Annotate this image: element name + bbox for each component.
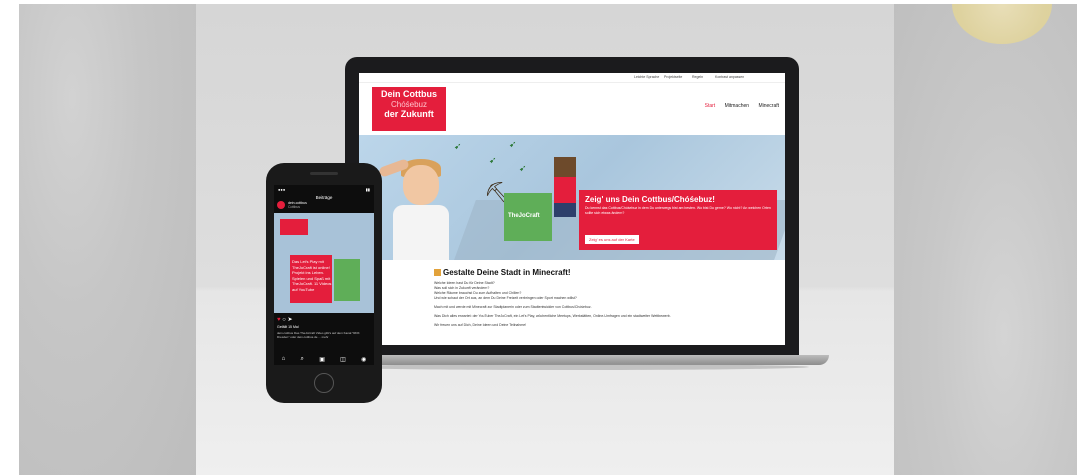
- reels-icon[interactable]: ▣: [319, 356, 325, 363]
- marble-background-left: [19, 4, 196, 475]
- post-logo: [280, 219, 308, 235]
- instagram-bottom-nav: ⌂ ⌕ ▣ ◫ ◉: [274, 353, 374, 365]
- topbar-link[interactable]: Regeln: [692, 75, 703, 79]
- laptop-shadow: [335, 364, 809, 370]
- thejocraft-badge: TheJoCraft: [504, 193, 552, 241]
- laptop-screen: Leichte Sprache Projektseite Regeln Kont…: [359, 73, 785, 345]
- search-icon[interactable]: ⌕: [301, 356, 304, 363]
- content-paragraph: Welche Ideen hast Du für Deine Stadt? Wa…: [434, 281, 734, 301]
- profile-icon[interactable]: ◉: [361, 356, 366, 363]
- section-heading: Gestalte Deine Stadt in Minecraft!: [434, 268, 734, 277]
- hero-banner: ➹ ➹ ➹ ➹ ⛏ TheJoCraft Zeig' uns Dein Cott…: [359, 135, 785, 260]
- post-image[interactable]: Das Let's Play mit TheJoCraft ist online…: [274, 213, 374, 313]
- post-header: dein.cottbus Cottbus: [274, 199, 374, 211]
- smartphone: ●●● ▮▮ Beiträge dein.cottbus Cottbus Das …: [266, 163, 382, 403]
- character-legs: [554, 203, 576, 217]
- shop-icon[interactable]: ◫: [340, 356, 346, 363]
- mockup-frame: Leichte Sprache Projektseite Regeln Kont…: [19, 4, 1077, 475]
- logo-line1: Dein Cottbus: [381, 89, 437, 99]
- post-caption: dein.cottbus Das TheJoCraft Video gibt's…: [277, 331, 360, 339]
- content-line: Und wie schaut der Ort aus, an dem Du De…: [434, 296, 577, 300]
- content-line: Mach mit und werde mit Minecraft zur Sta…: [434, 305, 592, 309]
- home-icon[interactable]: ⌂: [282, 356, 286, 362]
- account-location: Cottbus: [288, 205, 301, 209]
- minecraft-character-icon: [554, 157, 576, 217]
- phone-status-bar: ●●● ▮▮: [274, 185, 374, 194]
- post-image-text: Das Let's Play mit TheJoCraft ist online…: [292, 259, 332, 292]
- topbar-link[interactable]: Kontrast anpassen: [715, 75, 744, 79]
- child-body: [393, 205, 449, 260]
- phone-speaker: [310, 172, 338, 175]
- nav-item-minecraft[interactable]: Minecraft: [758, 103, 779, 109]
- status-right: ▮▮: [365, 187, 370, 192]
- child-head: [403, 165, 439, 205]
- character-body: [554, 177, 576, 203]
- likes-count[interactable]: Gefällt 15 Mal: [277, 325, 299, 329]
- main-nav: Start Mitmachen Minecraft: [697, 103, 779, 109]
- cta-box: Zeig' uns Dein Cottbus/Chóśebuz! Du kenn…: [579, 190, 777, 250]
- thejocraft-label: TheJoCraft: [508, 213, 540, 219]
- content-line: Was Dich alles erwartet: der YouTuber Th…: [434, 314, 671, 318]
- share-icon[interactable]: ➤: [288, 317, 293, 323]
- laptop: Leichte Sprache Projektseite Regeln Kont…: [315, 57, 829, 370]
- cta-heading: Zeig' uns Dein Cottbus/Chóśebuz!: [585, 195, 715, 204]
- topbar-link[interactable]: Projektseite: [664, 75, 682, 79]
- main-content: Gestalte Deine Stadt in Minecraft! Welch…: [434, 268, 734, 328]
- nav-item-start[interactable]: Start: [705, 103, 716, 109]
- bird-icon: ➹: [519, 163, 527, 173]
- website-topbar: Leichte Sprache Projektseite Regeln Kont…: [359, 73, 785, 83]
- post-green-box: [334, 259, 360, 301]
- character-head: [554, 157, 576, 177]
- content-line: Wir freuen uns auf Dich, Deine Ideen und…: [434, 323, 527, 327]
- bird-icon: ➹: [489, 155, 497, 165]
- site-logo[interactable]: Dein Cottbus Chóśebuz der Zukunft: [372, 87, 446, 131]
- nav-item-mitmachen[interactable]: Mitmachen: [725, 103, 749, 109]
- marble-background-right: [894, 4, 1077, 475]
- status-left: ●●●: [278, 187, 286, 192]
- laptop-lid: Leichte Sprache Projektseite Regeln Kont…: [345, 57, 799, 357]
- topbar-link[interactable]: Leichte Sprache: [634, 75, 659, 79]
- minecraft-block-icon: [434, 269, 441, 277]
- home-button[interactable]: [314, 373, 334, 393]
- phone-screen: ●●● ▮▮ Beiträge dein.cottbus Cottbus Das …: [274, 185, 374, 365]
- map-button[interactable]: Zeig' es uns auf der Karte: [585, 235, 639, 244]
- section-heading-text: Gestalte Deine Stadt in Minecraft!: [443, 268, 571, 277]
- bird-icon: ➹: [454, 141, 462, 151]
- cta-text: Du kennst das Cottbus/Chóśebuz in dem Du…: [585, 206, 771, 215]
- bird-icon: ➹: [509, 139, 517, 149]
- comment-icon[interactable]: ○: [282, 317, 286, 323]
- hero-child-photo: [378, 145, 449, 260]
- post-actions: ♥ ○ ➤: [277, 316, 293, 323]
- heart-icon[interactable]: ♥: [277, 317, 281, 323]
- logo-line2: Chóśebuz: [390, 100, 428, 109]
- avatar[interactable]: [277, 201, 285, 209]
- logo-line3: der Zukunft: [384, 109, 434, 119]
